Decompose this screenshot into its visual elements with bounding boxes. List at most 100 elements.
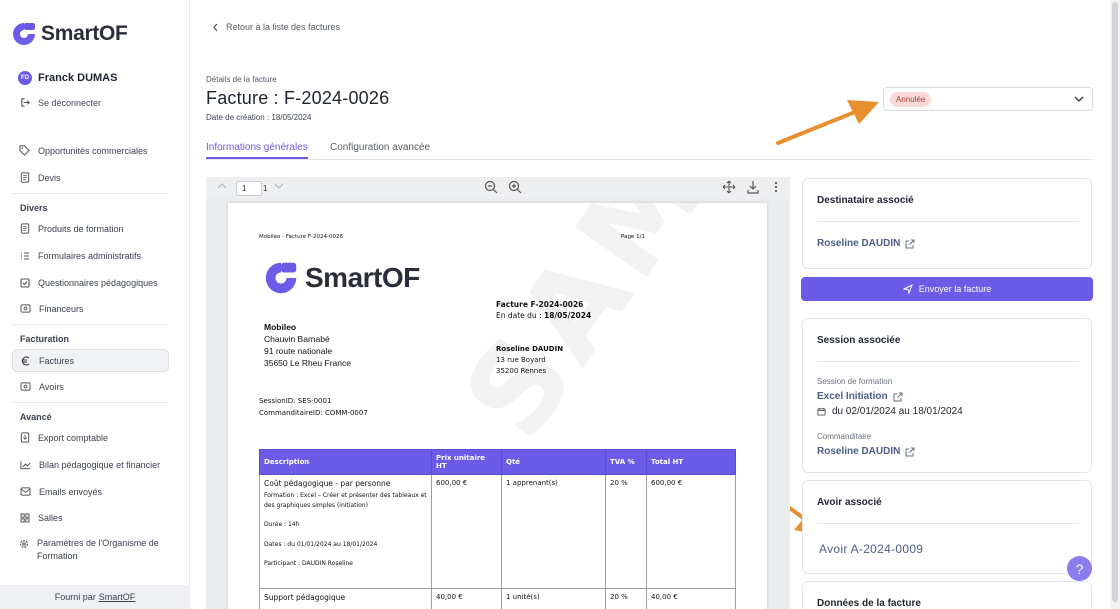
sidebar-item-questionnaires[interactable]: Questionnaires pédagogiques: [12, 271, 169, 294]
session-dates-text: du 02/01/2024 au 18/01/2024: [832, 406, 963, 417]
table-header: Description: [259, 449, 432, 475]
back-label: Retour à la liste des factures: [226, 22, 341, 32]
divider: [12, 402, 169, 403]
tabs-bar: Informations générales Configuration ava…: [206, 142, 1093, 160]
recipient-link[interactable]: Roseline DAUDIN: [817, 238, 915, 249]
pdf-header-left: Mobileo - Facture F-2024-0026: [259, 234, 343, 240]
annotation-arrow-status: [776, 100, 879, 145]
sidebar-item-avoirs[interactable]: Avoirs: [12, 375, 169, 398]
page-number-input[interactable]: 1: [236, 181, 262, 196]
gear-icon: [20, 540, 28, 548]
card-title: Session associée: [817, 335, 901, 346]
zoom-out-icon[interactable]: [484, 180, 498, 194]
table-cell-qty: 1 apprenant(s): [501, 474, 606, 589]
logout-icon: [21, 98, 30, 107]
sidebar-item-label: Questionnaires pédagogiques: [38, 277, 158, 288]
recipient-card: Destinataire associé Roseline DAUDIN: [802, 178, 1092, 269]
status-select[interactable]: Annulée: [883, 87, 1093, 111]
section-title-avance: Avancé: [20, 412, 52, 422]
external-link-icon: [905, 239, 915, 248]
sidebar-item-produits[interactable]: Produits de formation: [12, 217, 169, 240]
sidebar-item-emails[interactable]: Emails envoyés: [12, 480, 169, 503]
sidebar-item-opportunites[interactable]: Opportunités commerciales: [12, 139, 169, 162]
page-subtitle: Détails de la facture: [206, 75, 277, 84]
user-profile[interactable]: FD Franck DUMAS: [18, 71, 117, 85]
card-title: Avoir associé: [817, 497, 882, 508]
page-title: Facture : F-2024-0026: [206, 88, 390, 108]
table-header: Prix unitaire HT: [431, 449, 502, 475]
sidebar-item-bilan[interactable]: Bilan pédagogique et financier: [12, 453, 169, 476]
sidebar-item-label: Salles: [38, 512, 63, 523]
chevron-down-icon: [1074, 96, 1084, 102]
sidebar-item-label: Financeurs: [39, 303, 84, 314]
tab-configuration-avancee[interactable]: Configuration avancée: [330, 142, 430, 153]
table-header: Qté: [501, 449, 606, 475]
sidebar-item-formulaires[interactable]: Formulaires administratifs: [12, 244, 169, 267]
table-cell-description: Support pédagogique: [259, 588, 432, 609]
avatar: FD: [18, 71, 32, 85]
row-detail: Formation : Excel – Créer et présenter d…: [264, 492, 427, 509]
pdf-invoice-date-prefix: En date du :: [496, 311, 544, 320]
row-detail: Durée : 14h: [264, 521, 300, 528]
chevron-down-icon[interactable]: [273, 180, 285, 192]
pdf-issuer-name: Mobileo: [264, 322, 297, 332]
money-icon: [20, 382, 31, 391]
download-icon[interactable]: [746, 180, 760, 194]
smartof-logo-icon: [265, 262, 297, 294]
table-header: TVA %: [605, 449, 647, 475]
pdf-issuer-address2: 35650 Le Rheu France: [264, 358, 351, 368]
list-icon: [21, 251, 29, 260]
page-total: 1: [263, 184, 268, 193]
sidebar-item-export[interactable]: Export comptable: [12, 426, 169, 449]
logout-label: Se déconnecter: [38, 97, 102, 108]
pdf-issuer-contact: Chauvin Barnabé: [264, 334, 330, 344]
chevron-left-icon: [213, 23, 218, 31]
table-header-row: Description Prix unitaire HT Qté TVA % T…: [259, 449, 736, 475]
table-cell-price: 600,00 €: [431, 474, 502, 589]
user-name: Franck DUMAS: [38, 72, 118, 84]
table-cell-qty: 1 unité(s): [501, 588, 606, 609]
sidebar-footer: Fourni par SmartOF: [0, 585, 190, 609]
sidebar-item-devis[interactable]: Devis: [12, 166, 169, 189]
session-name: Excel Initiation: [817, 391, 888, 402]
session-link[interactable]: Excel Initiation: [817, 391, 903, 402]
sidebar-item-factures[interactable]: Factures: [12, 349, 169, 372]
sponsor-name: Roseline DAUDIN: [817, 446, 901, 457]
creation-date: Date de création : 18/05/2024: [206, 113, 312, 122]
table-row: Support pédagogique 40,00 € 1 unité(s) 2…: [259, 588, 736, 609]
credit-card: Avoir associé Avoir A-2024-0009: [802, 480, 1092, 574]
pdf-viewer[interactable]: SAMPLE Mobileo - Facture F-2024-0026 Pag…: [206, 199, 790, 609]
sidebar-item-financeurs[interactable]: Financeurs: [12, 297, 169, 320]
pdf-commanditaire-id: CommanditaireID: COMM-0007: [259, 409, 368, 417]
pdf-client-name: Roseline DAUDIN: [496, 345, 564, 353]
sponsor-link[interactable]: Roseline DAUDIN: [817, 446, 915, 457]
sidebar-item-parametres[interactable]: Paramètres de l'Organisme de Formation: [12, 537, 169, 567]
scrollbar-thumb[interactable]: [1112, 2, 1118, 602]
table-cell-description: Coût pédagogique - par personne Formatio…: [259, 474, 432, 589]
sidebar-item-label: Bilan pédagogique et financier: [39, 459, 161, 470]
table-row: Coût pédagogique - par personne Formatio…: [259, 474, 736, 589]
chart-icon: [20, 460, 31, 469]
fit-page-icon[interactable]: [722, 180, 736, 194]
pdf-logo: SmartOF: [263, 260, 420, 296]
sidebar-item-label: Factures: [39, 355, 75, 366]
help-button[interactable]: ?: [1067, 556, 1092, 581]
scrollbar[interactable]: [1110, 0, 1120, 609]
smartof-logo-icon: [13, 23, 35, 45]
smartof-logo[interactable]: SmartOF: [11, 21, 128, 47]
back-link[interactable]: Retour à la liste des factures: [212, 22, 340, 32]
credit-link[interactable]: Avoir A-2024-0009: [819, 542, 923, 556]
external-link-icon: [893, 392, 903, 401]
divider: [12, 324, 169, 325]
chevron-up-icon[interactable]: [216, 180, 228, 192]
sidebar-item-salles[interactable]: Salles: [12, 506, 169, 529]
more-vertical-icon[interactable]: [772, 180, 780, 194]
sidebar-item-label: Emails envoyés: [39, 486, 103, 497]
euro-icon: [21, 355, 30, 366]
logout-link[interactable]: Se déconnecter: [20, 97, 101, 108]
table-cell-price: 40,00 €: [431, 588, 502, 609]
tab-informations-generales[interactable]: Informations générales: [206, 142, 308, 159]
footer-smartof-link[interactable]: SmartOF: [99, 592, 136, 602]
zoom-in-icon[interactable]: [508, 180, 522, 194]
send-invoice-button[interactable]: Envoyer la facture: [801, 277, 1093, 301]
